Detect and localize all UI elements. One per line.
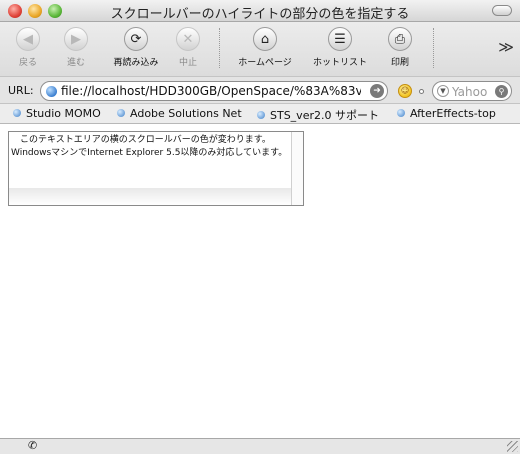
hotlist-button[interactable]: ☰ ホットリスト [312,27,368,68]
favorites-bar: Studio MOMO Adobe Solutions Net STS_ver2… [0,104,520,124]
favorite-item[interactable]: STS_ver2.0 サポート [257,107,379,123]
resize-grip-icon[interactable] [507,441,518,452]
favorite-label: STS_ver2.0 サポート [270,109,379,122]
status-bar: ✆ [0,438,520,454]
go-arrow-icon[interactable]: ➜ [370,84,384,98]
search-engine-dropdown-icon[interactable]: ▼ [437,85,449,97]
home-icon: ⌂ [253,27,277,51]
search-icon[interactable]: ⚲ [495,85,508,98]
print-button[interactable]: ⎙ 印刷 [372,27,428,68]
back-arrow-icon: ◀ [16,27,40,51]
favorite-icon [13,109,21,117]
status-dot-icon [419,89,424,94]
demo-textarea[interactable]: このテキストエリアの横のスクロールバーの色が変わります。WindowsマシンでI… [8,131,304,206]
favorite-icon [117,109,125,117]
hotlist-label: ホットリスト [312,58,367,68]
home-button[interactable]: ⌂ ホームページ [237,27,293,68]
home-label: ホームページ [238,58,292,68]
url-input[interactable]: file://localhost/HDD300GB/OpenSpace/%83A… [61,84,361,98]
favorite-item[interactable]: AfterEffects-top [397,107,496,120]
favorite-item[interactable]: Adobe Solutions Net [117,107,242,120]
favorite-label: Studio MOMO [26,107,101,120]
page-content: このテキストエリアの横のスクロールバーの色が変わります。WindowsマシンでI… [0,125,520,438]
phone-icon: ✆ [28,439,38,452]
forward-button[interactable]: ▶ 進む [48,27,104,68]
favorite-item[interactable]: Studio MOMO [13,107,101,120]
stop-icon: ✕ [176,27,200,51]
favorite-icon [397,109,405,117]
toolbar-separator [433,28,434,68]
toolbar-toggle-button[interactable] [492,5,512,16]
stop-button[interactable]: ✕ 中止 [160,27,216,68]
address-bar: URL: file://localhost/HDD300GB/OpenSpace… [0,76,520,104]
reload-button[interactable]: ⟳ 再読み込み [108,27,164,68]
horizontal-scrollbar[interactable] [9,188,291,205]
reload-icon: ⟳ [124,27,148,51]
search-field[interactable]: ▼ Yahoo ⚲ [432,81,512,101]
stop-label: 中止 [178,58,197,68]
favorite-label: Adobe Solutions Net [130,107,242,120]
forward-label: 進む [66,58,85,68]
print-icon: ⎙ [388,27,412,51]
vertical-scrollbar[interactable] [291,132,303,205]
url-label: URL: [8,84,34,97]
toolbar-overflow-button[interactable]: ≫ [498,38,514,56]
search-input[interactable]: Yahoo [452,85,487,99]
window-titlebar: スクロールバーのハイライトの部分の色を指定する [0,0,520,22]
smiley-icon[interactable]: ☺ [398,84,412,98]
favorite-label: AfterEffects-top [410,107,496,120]
textarea-text[interactable]: このテキストエリアの横のスクロールバーの色が変わります。WindowsマシンでI… [11,134,293,186]
print-label: 印刷 [390,58,409,68]
forward-arrow-icon: ▶ [64,27,88,51]
reload-label: 再読み込み [113,58,159,68]
window-title: スクロールバーのハイライトの部分の色を指定する [110,7,410,22]
favorite-icon [257,111,265,119]
globe-icon [46,86,57,97]
browser-toolbar: ◀ 戻る ▶ 進む ⟳ 再読み込み ✕ 中止 ⌂ ホームページ ☰ ホットリスト… [0,22,520,76]
hotlist-icon: ☰ [328,27,352,51]
toolbar-separator [219,28,220,68]
url-field[interactable]: file://localhost/HDD300GB/OpenSpace/%83A… [40,81,388,101]
